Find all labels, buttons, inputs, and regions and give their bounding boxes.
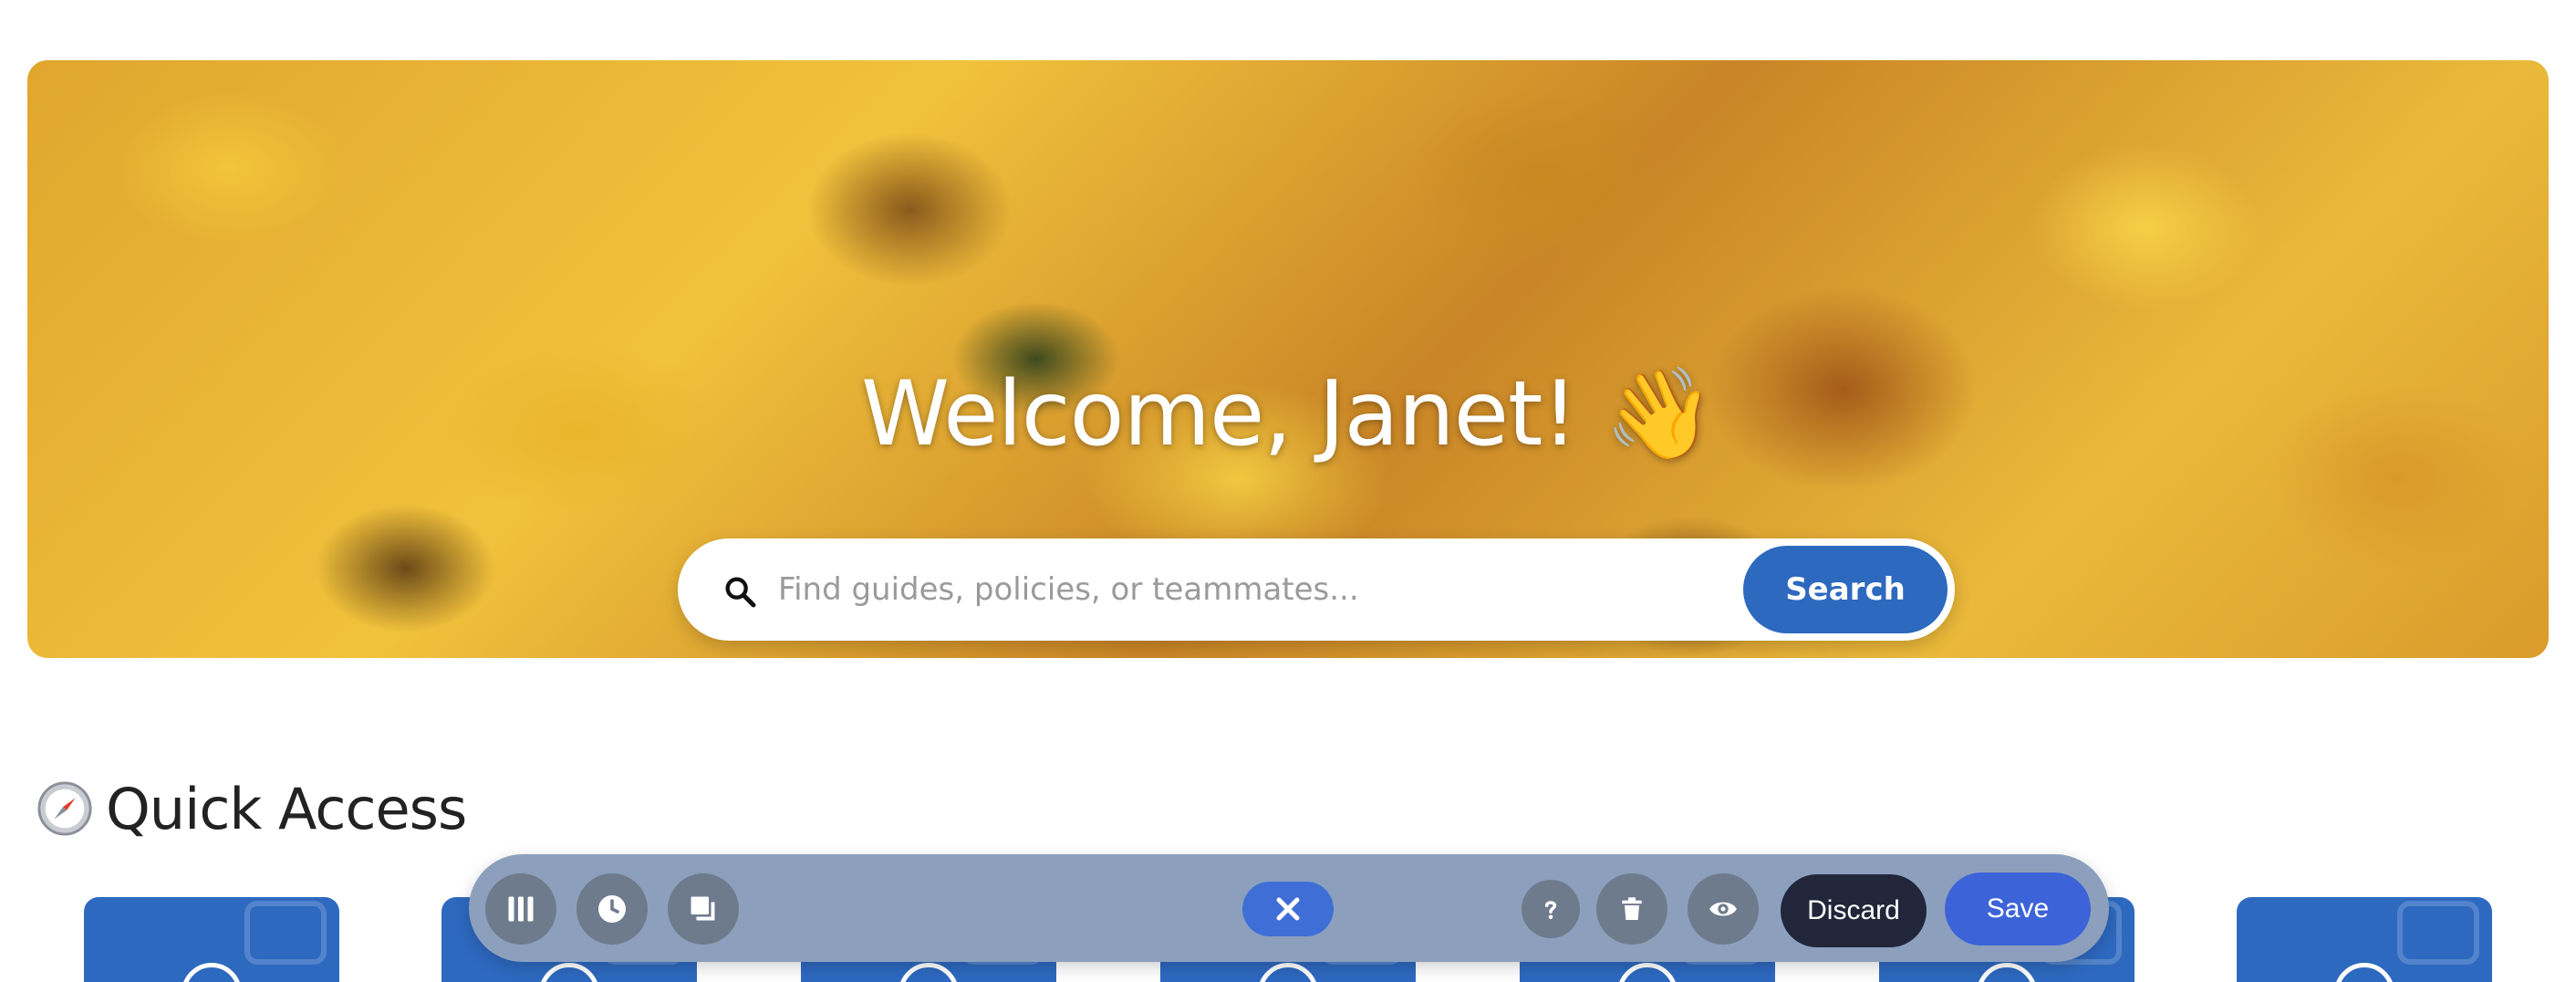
search-button[interactable]: Search — [1743, 546, 1948, 633]
card-icon — [1617, 963, 1678, 982]
card-icon — [539, 963, 599, 982]
history-button[interactable] — [576, 873, 648, 945]
search-input[interactable] — [778, 562, 1690, 617]
compass-icon — [37, 781, 92, 836]
close-toolbar-button[interactable] — [1242, 882, 1334, 936]
help-icon — [1544, 901, 1557, 919]
clock-icon — [598, 895, 626, 923]
eye-icon — [1709, 902, 1737, 916]
layout-columns-button[interactable] — [485, 873, 556, 945]
help-button[interactable] — [1522, 880, 1580, 938]
quick-access-title: Quick Access — [106, 775, 467, 842]
quick-access-card[interactable] — [2237, 897, 2492, 982]
card-background-icon — [2397, 901, 2479, 965]
search-icon — [725, 577, 756, 608]
trash-icon — [1622, 897, 1642, 920]
close-icon — [1276, 897, 1300, 921]
duplicate-button[interactable] — [668, 873, 739, 945]
card-icon — [2334, 963, 2394, 982]
card-icon — [898, 963, 959, 982]
delete-button[interactable] — [1596, 873, 1667, 945]
edit-toolbar: Discard Save — [469, 854, 2109, 962]
hero-banner: Welcome, Janet! 👋 Search — [27, 60, 2549, 658]
card-icon — [1977, 963, 2037, 982]
card-icon — [1258, 963, 1318, 982]
columns-icon — [508, 896, 534, 922]
preview-button[interactable] — [1688, 873, 1759, 945]
card-icon — [182, 963, 242, 982]
discard-button[interactable]: Discard — [1781, 874, 1927, 947]
quick-access-card[interactable] — [84, 897, 339, 982]
quick-access-heading: Quick Access — [36, 772, 467, 845]
save-button[interactable]: Save — [1945, 872, 2091, 945]
search-bar: Search — [678, 538, 1955, 641]
card-background-icon — [244, 901, 327, 965]
duplicate-icon — [691, 896, 715, 921]
welcome-title: Welcome, Janet! 👋 — [861, 362, 1716, 466]
